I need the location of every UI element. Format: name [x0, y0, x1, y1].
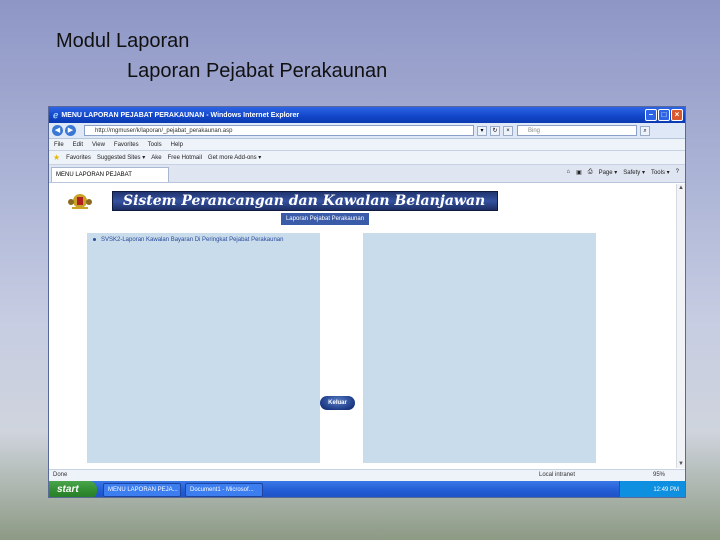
report-link-label: SVSK2-Laporan Kawalan Bayaran Di Peringk…	[101, 237, 284, 243]
report-detail-panel	[363, 233, 596, 463]
taskbar-item-word[interactable]: Document1 - Microsof...	[185, 483, 263, 497]
minimize-button[interactable]: –	[645, 109, 657, 121]
menu-tools[interactable]: Tools	[148, 142, 162, 148]
windows-taskbar: start MENU LAPORAN PEJA... Document1 - M…	[49, 481, 685, 497]
tab-bar: MENU LAPORAN PEJABAT PERAKAUNAN ⌂ ▣ ⎙ Pa…	[49, 165, 685, 192]
search-icon[interactable]: ⌕	[640, 125, 650, 136]
menu-edit[interactable]: Edit	[73, 142, 83, 148]
feeds-icon[interactable]: ▣	[576, 169, 582, 176]
favorites-button[interactable]: Favorites	[66, 155, 91, 161]
stop-icon[interactable]: ×	[503, 125, 513, 136]
exit-button[interactable]: Keluar	[320, 396, 355, 410]
browser-screenshot: ℯ MENU LAPORAN PEJABAT PERAKAUNAN - Wind…	[48, 106, 686, 498]
command-bar: ⌂ ▣ ⎙ Page ▾ Safety ▾ Tools ▾ ?	[566, 169, 679, 176]
close-button[interactable]: ×	[671, 109, 683, 121]
taskbar-item-ie[interactable]: MENU LAPORAN PEJA...	[103, 483, 181, 497]
print-icon[interactable]: ⎙	[588, 169, 593, 176]
window-controls: – □ ×	[645, 109, 683, 121]
security-zone: Local intranet	[539, 472, 576, 478]
favorites-star-icon[interactable]: ★	[53, 153, 60, 162]
system-banner: Sistem Perancangan dan Kawalan Belanjawa…	[112, 191, 498, 211]
command-safety[interactable]: Safety ▾	[623, 169, 645, 176]
lock-icon[interactable]: ▾	[477, 125, 487, 136]
bullet-icon	[93, 237, 96, 241]
menu-file[interactable]: File	[54, 142, 64, 148]
menu-help[interactable]: Help	[171, 142, 183, 148]
menu-bar: File Edit View Favorites Tools Help	[49, 139, 685, 151]
tab-menu-laporan[interactable]: MENU LAPORAN PEJABAT PERAKAUNAN	[51, 167, 169, 192]
window-title: MENU LAPORAN PEJABAT PERAKAUNAN - Window…	[61, 111, 300, 119]
refresh-icon[interactable]: ↻	[490, 125, 500, 136]
favorites-bar: ★ Favorites Suggested Sites ▾ Ake Free H…	[49, 151, 685, 165]
scroll-down-icon[interactable]: ▼	[677, 460, 685, 468]
command-page[interactable]: Page ▾	[599, 169, 618, 176]
report-link-svsk2[interactable]: SVSK2-Laporan Kawalan Bayaran Di Peringk…	[93, 237, 320, 243]
menu-view[interactable]: View	[92, 142, 105, 148]
menu-favorites[interactable]: Favorites	[114, 142, 139, 148]
ie-icon: ℯ	[53, 109, 59, 120]
favorites-item-suggested-sites[interactable]: Suggested Sites ▾	[97, 154, 145, 161]
slide-subtitle: Laporan Pejabat Perakaunan	[127, 60, 388, 82]
favorites-item-hotmail[interactable]: Free Hotmail	[168, 155, 202, 161]
coat-of-arms-icon	[68, 194, 92, 209]
slide-title: Modul Laporan	[56, 30, 190, 52]
window-titlebar: ℯ MENU LAPORAN PEJABAT PERAKAUNAN - Wind…	[49, 107, 685, 123]
favorites-item-ake[interactable]: Ake	[151, 155, 161, 161]
vertical-scrollbar[interactable]: ▲ ▼	[676, 184, 685, 468]
home-icon[interactable]: ⌂	[566, 169, 570, 176]
search-input[interactable]: Bing	[517, 125, 637, 136]
report-list-panel: SVSK2-Laporan Kawalan Bayaran Di Peringk…	[87, 233, 320, 463]
page-content: Sistem Perancangan dan Kawalan Belanjawa…	[49, 184, 677, 468]
status-bar: Done Local intranet 95%	[49, 469, 685, 481]
status-text: Done	[53, 472, 68, 478]
back-arrow-icon[interactable]: ◀	[52, 125, 63, 136]
help-icon[interactable]: ?	[676, 169, 679, 176]
system-tray-clock: 12:49 PM	[619, 481, 685, 497]
zoom-level[interactable]: 95%	[653, 470, 665, 481]
section-label: Laporan Pejabat Perakaunan	[281, 213, 369, 225]
url-input[interactable]: http://mgmuser/k/laporan/_pejabat_peraka…	[84, 125, 474, 136]
scroll-up-icon[interactable]: ▲	[677, 184, 685, 192]
forward-arrow-icon[interactable]: ▶	[65, 125, 76, 136]
start-button[interactable]: start	[49, 481, 97, 497]
address-bar: ◀ ▶ http://mgmuser/k/laporan/_pejabat_pe…	[49, 123, 685, 139]
maximize-button[interactable]: □	[658, 109, 670, 121]
command-tools[interactable]: Tools ▾	[651, 169, 670, 176]
favorites-item-addons[interactable]: Get more Add-ons ▾	[208, 154, 261, 161]
